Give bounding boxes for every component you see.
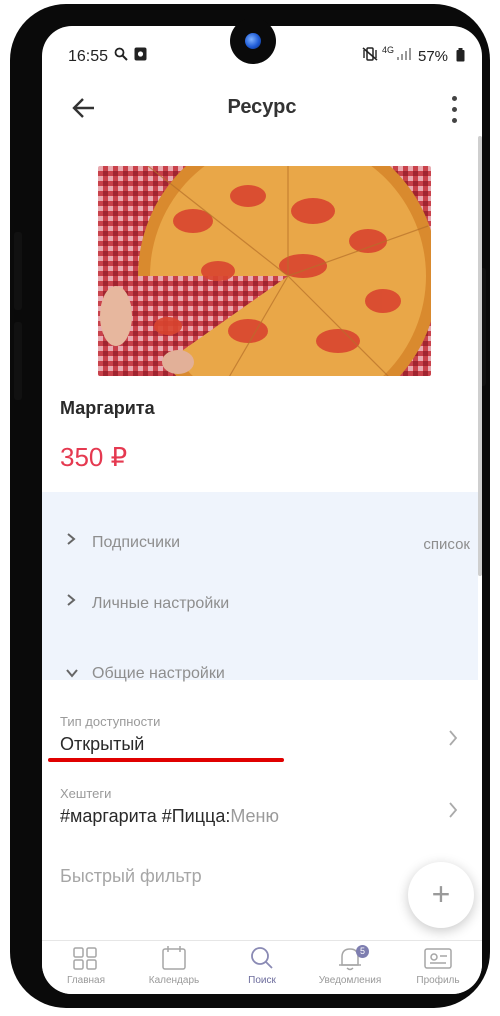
camera-square-icon xyxy=(134,47,147,64)
product-price: 350 ₽ xyxy=(60,442,128,472)
nav-label: Уведомления xyxy=(318,975,382,986)
quick-filter-field[interactable]: Быстрый фильтр xyxy=(60,866,202,887)
accordion-label: Личные настройки xyxy=(92,595,230,612)
chevron-right-icon xyxy=(66,532,76,549)
nav-label: Главная xyxy=(66,975,106,986)
chevron-down-icon xyxy=(66,665,78,682)
status-time: 16:55 xyxy=(68,48,109,65)
front-camera xyxy=(230,18,276,64)
calendar-icon xyxy=(130,943,218,973)
highlight-underline xyxy=(48,758,284,762)
accordion-label: Общие настройки xyxy=(92,665,225,682)
field-caption: Тип доступности xyxy=(60,714,161,729)
battery-level: 57% xyxy=(418,48,449,65)
bottom-navigation: Главная Календарь Поиск 5 Уведомления Пр… xyxy=(42,940,482,994)
nav-label: Календарь xyxy=(148,975,200,986)
settings-accordion: Подписчики список Личные настройки Общие… xyxy=(42,492,478,682)
volume-down-button xyxy=(14,322,22,400)
field-caption: Хештеги xyxy=(60,786,112,801)
nav-label: Поиск xyxy=(248,975,276,986)
chevron-right-icon xyxy=(66,593,76,610)
more-vertical-icon[interactable] xyxy=(440,90,468,128)
mute-vibrate-icon xyxy=(362,47,378,64)
accordion-item-general-settings[interactable]: Общие настройки xyxy=(42,655,478,695)
id-card-icon xyxy=(394,943,482,973)
product-image xyxy=(98,166,431,376)
page-title: Ресурс xyxy=(227,96,297,118)
volume-up-button xyxy=(14,232,22,310)
signal-icon xyxy=(396,47,412,64)
accordion-label: Подписчики xyxy=(92,534,181,551)
nav-item-profile[interactable]: Профиль xyxy=(394,943,482,993)
battery-icon xyxy=(456,48,465,65)
accordion-item-subscribers[interactable]: Подписчики список xyxy=(42,524,478,564)
grid-icon xyxy=(42,943,130,973)
field-value: #маргарита #Пицца:Меню xyxy=(60,806,279,827)
hashtags-value: #маргарита #Пицца: xyxy=(60,806,231,826)
4g-icon: 4G xyxy=(382,45,395,55)
product-name: Маргарита xyxy=(60,398,155,418)
nav-item-notifications[interactable]: 5 Уведомления xyxy=(306,943,394,993)
nav-label: Профиль xyxy=(416,975,460,986)
app-header: Ресурс xyxy=(42,82,482,136)
hashtags-field[interactable]: Хештеги #маргарита #Пицца:Меню xyxy=(42,786,478,836)
search-icon xyxy=(114,47,128,64)
bell-icon xyxy=(306,943,394,973)
search-icon xyxy=(218,943,306,973)
screen: 16:55 4G 57% Ресурс Маргарита 350 ₽ Подп… xyxy=(42,26,482,994)
notification-badge: 5 xyxy=(356,945,369,958)
field-value: Открытый xyxy=(60,734,145,754)
phone-frame: 16:55 4G 57% Ресурс Маргарита 350 ₽ Подп… xyxy=(10,4,490,1008)
hashtags-category: Меню xyxy=(230,806,279,826)
nav-item-home[interactable]: Главная xyxy=(42,943,130,993)
chevron-right-icon xyxy=(448,726,458,752)
scrollbar[interactable] xyxy=(478,136,482,576)
availability-field[interactable]: Тип доступности Открытый xyxy=(42,714,478,764)
add-button[interactable]: + xyxy=(408,862,474,928)
nav-item-search[interactable]: Поиск xyxy=(218,943,306,993)
nav-item-calendar[interactable]: Календарь xyxy=(130,943,218,993)
network-type: 4G xyxy=(382,45,395,55)
subscribers-list-link[interactable]: список xyxy=(423,536,470,553)
chevron-right-icon xyxy=(448,798,458,824)
accordion-item-personal-settings[interactable]: Личные настройки xyxy=(42,585,478,625)
